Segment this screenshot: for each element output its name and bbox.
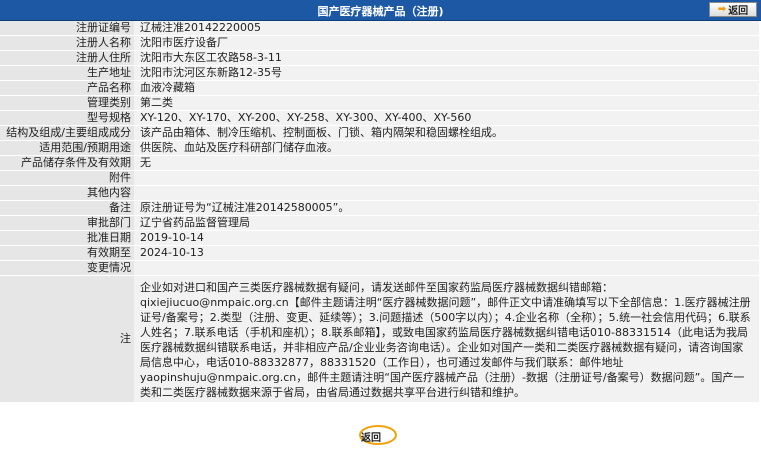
page-header: 国产医疗器械产品（注册) ➡ 返回 <box>0 0 761 21</box>
field-value <box>134 171 759 185</box>
field-value <box>134 186 759 200</box>
detail-row: 结构及组成/主要组成成分 该产品由箱体、制冷压缩机、控制面板、门锁、箱内隔架和稳固… <box>0 126 759 140</box>
field-value: 沈阳市沈河区东新路12-35号 <box>134 66 759 80</box>
back-button-label: 返回 <box>728 6 749 17</box>
detail-row: 生产地址 沈阳市沈河区东新路12-35号 <box>0 66 759 80</box>
field-value: 供医院、血站及医疗科研部门储存血液。 <box>134 141 759 155</box>
field-value: 沈阳市医疗设备厂 <box>134 36 759 50</box>
note-row: 注企业如对进口和国产三类医疗器械数据有疑问，请发送邮件至国家药监局医疗器械数据纠… <box>0 276 759 402</box>
field-value: 该产品由箱体、制冷压缩机、控制面板、门锁、箱内隔架和稳固螺栓组成。 <box>134 126 759 140</box>
detail-row: 变更情况 <box>0 261 759 275</box>
detail-row: 审批部门 辽宁省药品监督管理局 <box>0 216 759 230</box>
field-label: 产品名称 <box>0 81 134 95</box>
detail-row: 批准日期 2019-10-14 <box>0 231 759 245</box>
field-label: 生产地址 <box>0 66 134 80</box>
field-label: 管理类别 <box>0 96 134 110</box>
detail-row: 备注 原注册证号为“辽械注准20142580005”。 <box>0 201 759 215</box>
field-value: 2024-10-13 <box>134 246 759 260</box>
detail-row: 产品储存条件及有效期无 <box>0 156 759 170</box>
field-label: 产品储存条件及有效期 <box>0 156 134 170</box>
detail-row: 注册人名称 沈阳市医疗设备厂 <box>0 36 759 50</box>
field-label: 其他内容 <box>0 186 134 200</box>
field-label: 批准日期 <box>0 231 134 245</box>
detail-row: 注册人住所 沈阳市大东区工农路58-3-11 <box>0 51 759 65</box>
detail-row: 注册证编号 辽械注准20142220005 <box>0 21 759 35</box>
detail-row: 附件 <box>0 171 759 185</box>
field-value: 血液冷藏箱 <box>134 81 759 95</box>
field-value: XY-120、XY-170、XY-200、XY-258、XY-300、XY-40… <box>134 111 759 125</box>
field-value: 沈阳市大东区工农路58-3-11 <box>134 51 759 65</box>
field-value: 原注册证号为“辽械注准20142580005”。 <box>134 201 759 215</box>
field-label: 结构及组成/主要组成成分 <box>0 126 134 140</box>
field-value: 2019-10-14 <box>134 231 759 245</box>
field-value: 第二类 <box>134 96 759 110</box>
detail-table: 注册证编号 辽械注准20142220005 注册人名称 沈阳市医疗设备厂 注册人住所 沈阳… <box>0 20 759 403</box>
note-text: 企业如对进口和国产三类医疗器械数据有疑问，请发送邮件至国家药监局医疗器械数据纠错… <box>134 276 759 402</box>
detail-row: 管理类别 第二类 <box>0 96 759 110</box>
field-label: 型号规格 <box>0 111 134 125</box>
return-button-label: 返回 <box>361 433 381 444</box>
field-value: 辽械注准20142220005 <box>134 21 759 35</box>
field-label: 有效期至 <box>0 246 134 260</box>
detail-row: 型号规格 XY-120、XY-170、XY-200、XY-258、XY-300、X… <box>0 111 759 125</box>
back-button[interactable]: ➡ 返回 <box>709 2 757 17</box>
detail-row: 有效期至 2024-10-13 <box>0 246 759 260</box>
field-label: 审批部门 <box>0 216 134 230</box>
detail-row: 产品名称 血液冷藏箱 <box>0 81 759 95</box>
field-label: 注册人名称 <box>0 36 134 50</box>
note-label: 注 <box>0 276 134 402</box>
detail-row: 适用范围/预期用途 供医院、血站及医疗科研部门储存血液。 <box>0 141 759 155</box>
field-label: 变更情况 <box>0 261 134 275</box>
page-title: 国产医疗器械产品（注册) <box>317 5 444 18</box>
detail-row: 其他内容 <box>0 186 759 200</box>
field-label: 注册人住所 <box>0 51 134 65</box>
field-label: 适用范围/预期用途 <box>0 141 134 155</box>
arrow-right-icon: ➡ <box>717 3 727 15</box>
field-value <box>134 261 759 275</box>
field-value: 无 <box>134 156 759 170</box>
return-button[interactable]: 返回 <box>359 425 399 447</box>
field-label: 备注 <box>0 201 134 215</box>
field-label: 注册证编号 <box>0 21 134 35</box>
field-value: 辽宁省药品监督管理局 <box>134 216 759 230</box>
field-label: 附件 <box>0 171 134 185</box>
